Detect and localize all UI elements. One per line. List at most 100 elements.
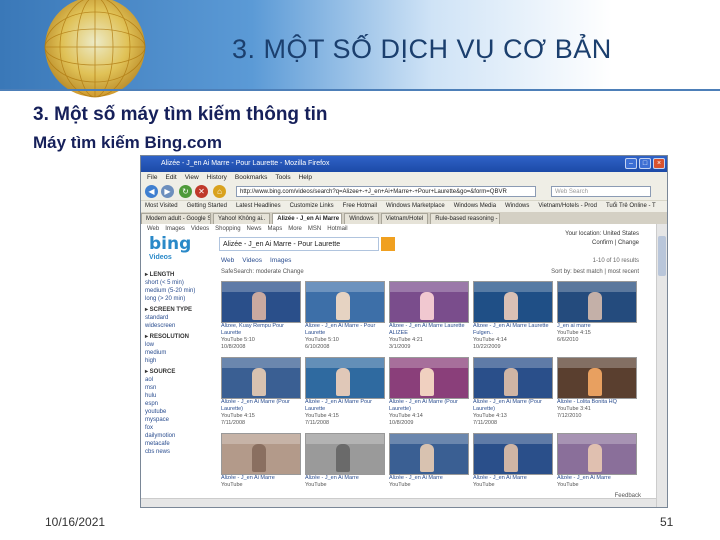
top-link-news[interactable]: News xyxy=(247,226,262,232)
menu-item-help[interactable]: Help xyxy=(299,174,312,181)
video-result[interactable]: Alizee - J_en Ai Marre Laurette Fulgen..… xyxy=(473,281,553,353)
browser-search-input[interactable]: Web Search xyxy=(551,186,651,197)
video-thumbnail[interactable] xyxy=(221,281,301,323)
reload-icon[interactable]: ↻ xyxy=(179,185,192,198)
video-result[interactable]: Alizée - J_en Ai Marre YouTube xyxy=(221,433,301,505)
bookmark-item[interactable]: Windows xyxy=(505,203,529,209)
bookmark-item[interactable]: Free Hotmail xyxy=(343,203,377,209)
video-title[interactable]: Alizée - J_en Ai Marre (Pour Laurette) xyxy=(221,399,301,413)
video-thumbnail[interactable] xyxy=(389,357,469,399)
subnav-web[interactable]: Web xyxy=(221,257,234,264)
bookmark-item[interactable]: Most Visited xyxy=(145,203,178,209)
filter-option[interactable]: espn xyxy=(145,400,213,408)
menu-item-edit[interactable]: Edit xyxy=(165,174,176,181)
video-thumbnail[interactable] xyxy=(473,357,553,399)
video-result[interactable]: Alizee - J_en Ai Marre - Pour Laurette Yo… xyxy=(305,281,385,353)
filter-option[interactable]: cbs news xyxy=(145,448,213,456)
confirm-link[interactable]: Confirm xyxy=(592,240,613,246)
video-result[interactable]: Alizée - J_en Ai Marre Pour Laurette YouT… xyxy=(305,357,385,429)
search-button[interactable] xyxy=(381,237,395,251)
bookmark-item[interactable]: Getting Started xyxy=(187,203,227,209)
video-title[interactable]: Alizée - J_en Ai Marre (Pour Laurette) xyxy=(389,399,469,413)
subnav-videos[interactable]: Videos xyxy=(242,257,262,264)
browser-tab[interactable]: Modern adult - Google Search xyxy=(141,213,211,224)
close-button[interactable]: × xyxy=(653,158,665,169)
video-title[interactable]: Alizée - J_en Ai Marre xyxy=(305,475,385,482)
top-link-more[interactable]: More xyxy=(288,226,302,232)
video-title[interactable]: Alizée - J_en Ai Marre xyxy=(473,475,553,482)
bookmark-item[interactable]: Windows Media xyxy=(454,203,496,209)
video-result[interactable]: Alizée - J_en Ai Marre (Pour Laurette) Yo… xyxy=(221,357,301,429)
filter-option[interactable]: long (> 20 min) xyxy=(145,295,213,303)
safesearch-setting[interactable]: SafeSearch: moderate Change xyxy=(221,269,304,275)
video-result[interactable]: Alizée - J_en Ai Marre YouTube xyxy=(389,433,469,505)
filter-option[interactable]: high xyxy=(145,357,213,365)
vertical-scrollbar[interactable] xyxy=(656,224,667,507)
filter-option[interactable]: medium xyxy=(145,349,213,357)
bookmark-item[interactable]: Customize Links xyxy=(290,203,334,209)
top-link-maps[interactable]: Maps xyxy=(268,226,283,232)
video-title[interactable]: Alizee - J_en Ai Marre Laurette ALIZEE xyxy=(389,323,469,337)
subnav-images[interactable]: Images xyxy=(270,257,291,264)
video-title[interactable]: Alizée - J_en Ai Marre xyxy=(389,475,469,482)
video-result[interactable]: Alizée - J_en Ai Marre YouTube xyxy=(473,433,553,505)
video-thumbnail[interactable] xyxy=(557,357,637,399)
filter-option[interactable]: metacafe xyxy=(145,440,213,448)
video-thumbnail[interactable] xyxy=(305,357,385,399)
minimize-button[interactable]: – xyxy=(625,158,637,169)
filter-option[interactable]: low xyxy=(145,341,213,349)
top-link-images[interactable]: Images xyxy=(165,226,185,232)
menu-item-file[interactable]: File xyxy=(147,174,157,181)
back-icon[interactable]: ◀ xyxy=(145,185,158,198)
video-thumbnail[interactable] xyxy=(305,281,385,323)
change-link[interactable]: Change xyxy=(618,240,639,246)
filter-option[interactable]: youtube xyxy=(145,408,213,416)
top-link-shopping[interactable]: Shopping xyxy=(215,226,240,232)
stop-icon[interactable]: ✕ xyxy=(195,185,208,198)
video-title[interactable]: Alizée - J_en Ai Marre xyxy=(557,475,637,482)
filter-option[interactable]: msn xyxy=(145,384,213,392)
bookmark-item[interactable]: Vietnam/Hotels - Prod xyxy=(538,203,597,209)
top-link-hotmail[interactable]: Hotmail xyxy=(327,226,347,232)
menu-item-bookmarks[interactable]: Bookmarks xyxy=(235,174,268,181)
address-bar[interactable]: http://www.bing.com/videos/search?q=Aliz… xyxy=(236,186,536,197)
browser-tab[interactable]: Rule-based reasoning - Wikipedia xyxy=(430,213,501,224)
video-result[interactable]: Alizée - Lolita Bonita HQ YouTube 3:41 7/1… xyxy=(557,357,637,429)
browser-tab[interactable]: Alizée - J_en Ai Marre xyxy=(272,213,343,224)
top-link-web[interactable]: Web xyxy=(147,226,159,232)
horizontal-scrollbar[interactable] xyxy=(141,498,657,507)
video-thumbnail[interactable] xyxy=(389,281,469,323)
filter-option[interactable]: fox xyxy=(145,424,213,432)
top-link-videos[interactable]: Videos xyxy=(191,226,209,232)
filter-option[interactable]: medium (5-20 min) xyxy=(145,287,213,295)
bookmark-item[interactable]: Windows Marketplace xyxy=(386,203,445,209)
video-title[interactable]: J_en ai marre xyxy=(557,323,637,330)
maximize-button[interactable]: □ xyxy=(639,158,651,169)
browser-tab[interactable]: Vietnam/Hotel xyxy=(380,213,429,224)
video-result[interactable]: Alizee, Kuay Rempu Pour Laurette YouTube … xyxy=(221,281,301,353)
filter-option[interactable]: hulu xyxy=(145,392,213,400)
bing-logo[interactable]: bing xyxy=(149,234,191,254)
sort-options[interactable]: Sort by: best match | most recent xyxy=(551,269,639,275)
menu-item-history[interactable]: History xyxy=(207,174,227,181)
bookmark-item[interactable]: Latest Headlines xyxy=(236,203,281,209)
video-thumbnail[interactable] xyxy=(473,281,553,323)
video-title[interactable]: Alizée - J_en Ai Marre Pour Laurette xyxy=(305,399,385,413)
browser-tab[interactable]: Windows xyxy=(344,213,379,224)
filter-option[interactable]: standard xyxy=(145,314,213,322)
filter-option[interactable]: short (< 5 min) xyxy=(145,279,213,287)
menu-item-view[interactable]: View xyxy=(185,174,199,181)
video-thumbnail[interactable] xyxy=(221,433,301,475)
filter-option[interactable]: aol xyxy=(145,376,213,384)
bookmark-item[interactable]: Tuổi Trẻ Online - T xyxy=(606,203,656,209)
video-thumbnail[interactable] xyxy=(305,433,385,475)
filter-option[interactable]: widescreen xyxy=(145,322,213,330)
video-thumbnail[interactable] xyxy=(473,433,553,475)
scrollbar-thumb[interactable] xyxy=(658,236,666,276)
video-title[interactable]: Alizée - Lolita Bonita HQ xyxy=(557,399,637,406)
video-thumbnail[interactable] xyxy=(557,281,637,323)
home-icon[interactable]: ⌂ xyxy=(213,185,226,198)
filter-option[interactable]: myspace xyxy=(145,416,213,424)
forward-icon[interactable]: ▶ xyxy=(161,185,174,198)
bing-search-input[interactable]: Alizée - J_en Ai Marre - Pour Laurette xyxy=(219,237,379,251)
